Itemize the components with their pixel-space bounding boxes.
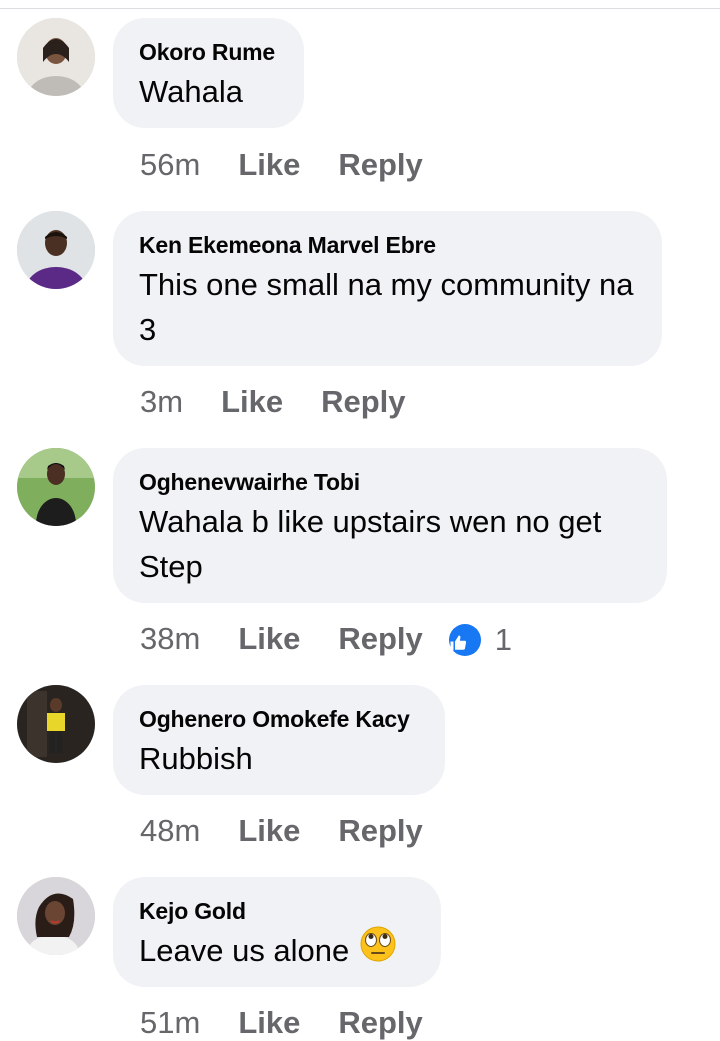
comment-bubble: Kejo Gold Leave us alone [113,877,441,987]
comment-text: Wahala [139,74,243,109]
reply-button[interactable]: Reply [338,147,422,183]
reaction-count: 1 [494,621,513,657]
avatar[interactable] [17,685,95,763]
comment-bubble: Okoro Rume Wahala [113,18,304,128]
comment-actions: 51m Like Reply [140,1003,423,1041]
reply-button[interactable]: Reply [338,813,422,849]
comment-bubble: Oghenero Omokefe Kacy Rubbish [113,685,445,795]
avatar[interactable] [17,448,95,526]
comment-bubble: Ken Ekemeona Marvel Ebre This one small … [113,211,662,366]
avatar[interactable] [17,211,95,289]
comment-author[interactable]: Oghenero Omokefe Kacy [139,705,419,733]
comment-text: This one small na my community na 3 [139,267,634,347]
like-button[interactable]: Like [238,147,300,183]
comment-bubble: Oghenevwairhe Tobi Wahala b like upstair… [113,448,667,603]
avatar[interactable] [17,877,95,955]
comment-actions: 48m Like Reply [140,811,423,849]
comment-time[interactable]: 51m [140,1005,200,1041]
comment-time[interactable]: 38m [140,621,200,657]
comment-text: Rubbish [139,741,253,776]
reaction-summary[interactable]: 1 [448,620,513,658]
comment-author[interactable]: Kejo Gold [139,897,415,925]
like-button[interactable]: Like [238,813,300,849]
reply-button[interactable]: Reply [321,384,405,420]
comment-text: Leave us alone [139,925,415,975]
reply-button[interactable]: Reply [338,1005,422,1041]
like-button[interactable]: Like [221,384,283,420]
like-button[interactable]: Like [238,1005,300,1041]
comment-time[interactable]: 56m [140,147,200,183]
top-divider [0,8,720,9]
comment-text: Wahala b like upstairs wen no get Step [139,504,602,584]
comment-author[interactable]: Oghenevwairhe Tobi [139,468,641,496]
comment-actions: 3m Like Reply [140,382,406,420]
rolling-eyes-emoji [359,925,397,975]
comment-author[interactable]: Ken Ekemeona Marvel Ebre [139,231,636,259]
thumbs-up-icon [448,623,481,656]
comment-time[interactable]: 48m [140,813,200,849]
comment-author[interactable]: Okoro Rume [139,38,278,66]
reply-button[interactable]: Reply [338,621,422,657]
comment-text-content: Leave us alone [139,933,350,968]
avatar[interactable] [17,18,95,96]
comment-actions: 38m Like Reply 1 [140,619,512,658]
comment-time[interactable]: 3m [140,384,183,420]
comment-actions: 56m Like Reply [140,145,423,183]
like-button[interactable]: Like [238,621,300,657]
